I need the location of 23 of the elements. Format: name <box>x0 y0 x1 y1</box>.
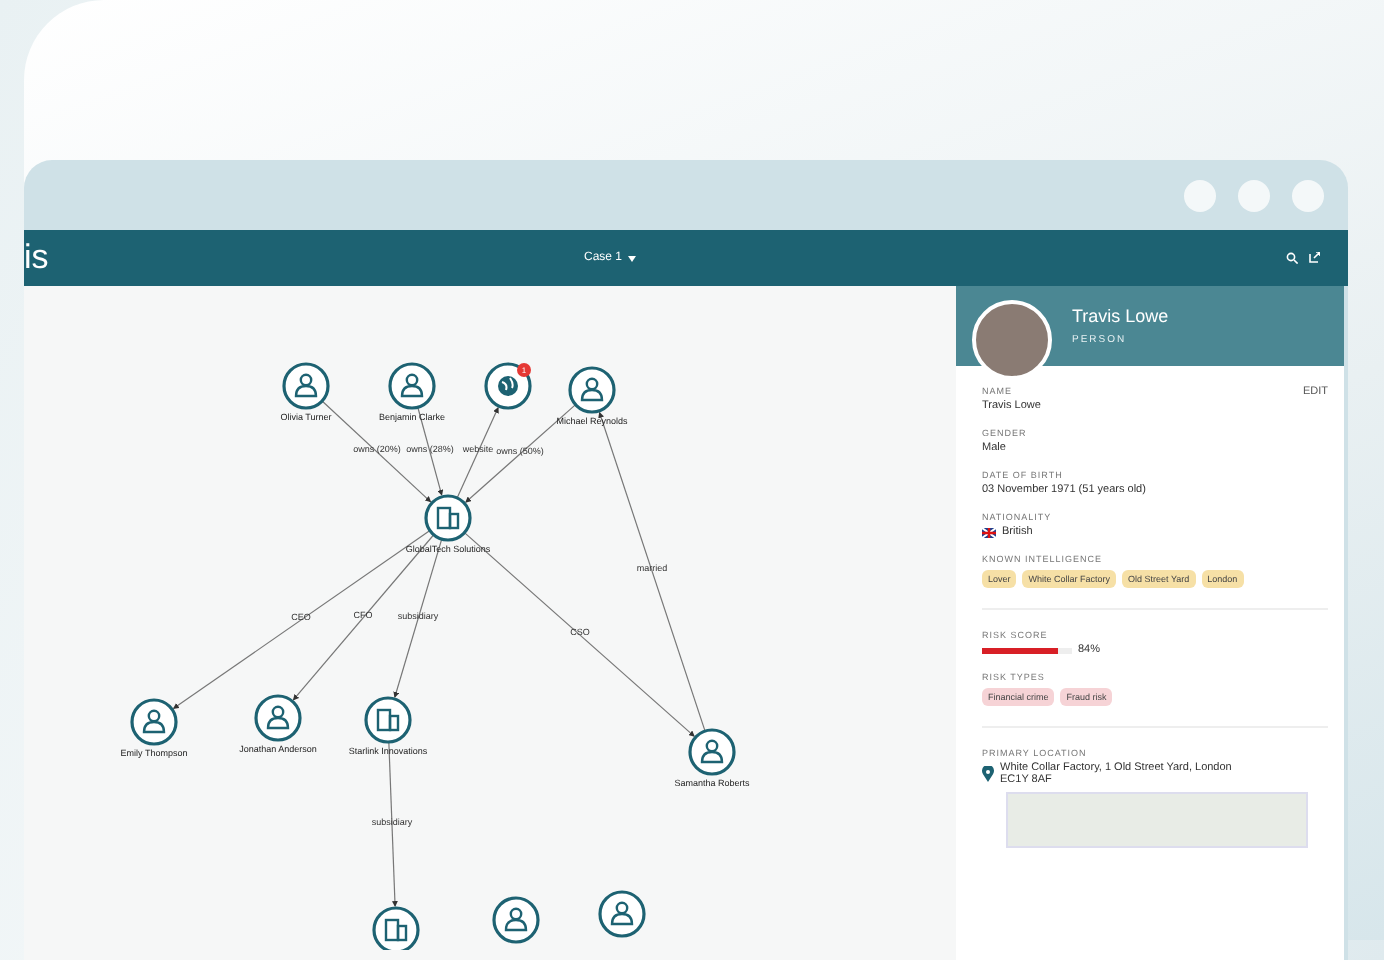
export-icon[interactable] <box>1308 252 1320 265</box>
caret-icon <box>628 255 637 262</box>
person-icon[interactable] <box>598 890 646 938</box>
window-dot[interactable] <box>1184 179 1216 212</box>
person-icon[interactable] <box>282 362 330 410</box>
location-pin-icon <box>982 766 994 782</box>
avatar-placeholder <box>972 300 1052 380</box>
person-icon[interactable] <box>688 728 736 776</box>
person-icon[interactable] <box>568 366 616 414</box>
person-icon[interactable] <box>130 698 178 746</box>
app-logo: is <box>24 238 51 279</box>
search-icon[interactable] <box>1286 252 1298 265</box>
window-dot[interactable] <box>1292 179 1324 212</box>
building-icon[interactable] <box>364 696 412 744</box>
flag-icon <box>982 527 996 537</box>
person-icon[interactable] <box>254 694 302 742</box>
person-icon[interactable] <box>492 896 540 944</box>
person-icon[interactable] <box>388 362 436 410</box>
window-dot[interactable] <box>1238 179 1270 212</box>
building-icon[interactable] <box>372 906 420 950</box>
globe-icon[interactable] <box>484 362 532 410</box>
profile-name: Travis Lowe <box>1072 306 1169 326</box>
building-icon[interactable] <box>424 494 472 542</box>
